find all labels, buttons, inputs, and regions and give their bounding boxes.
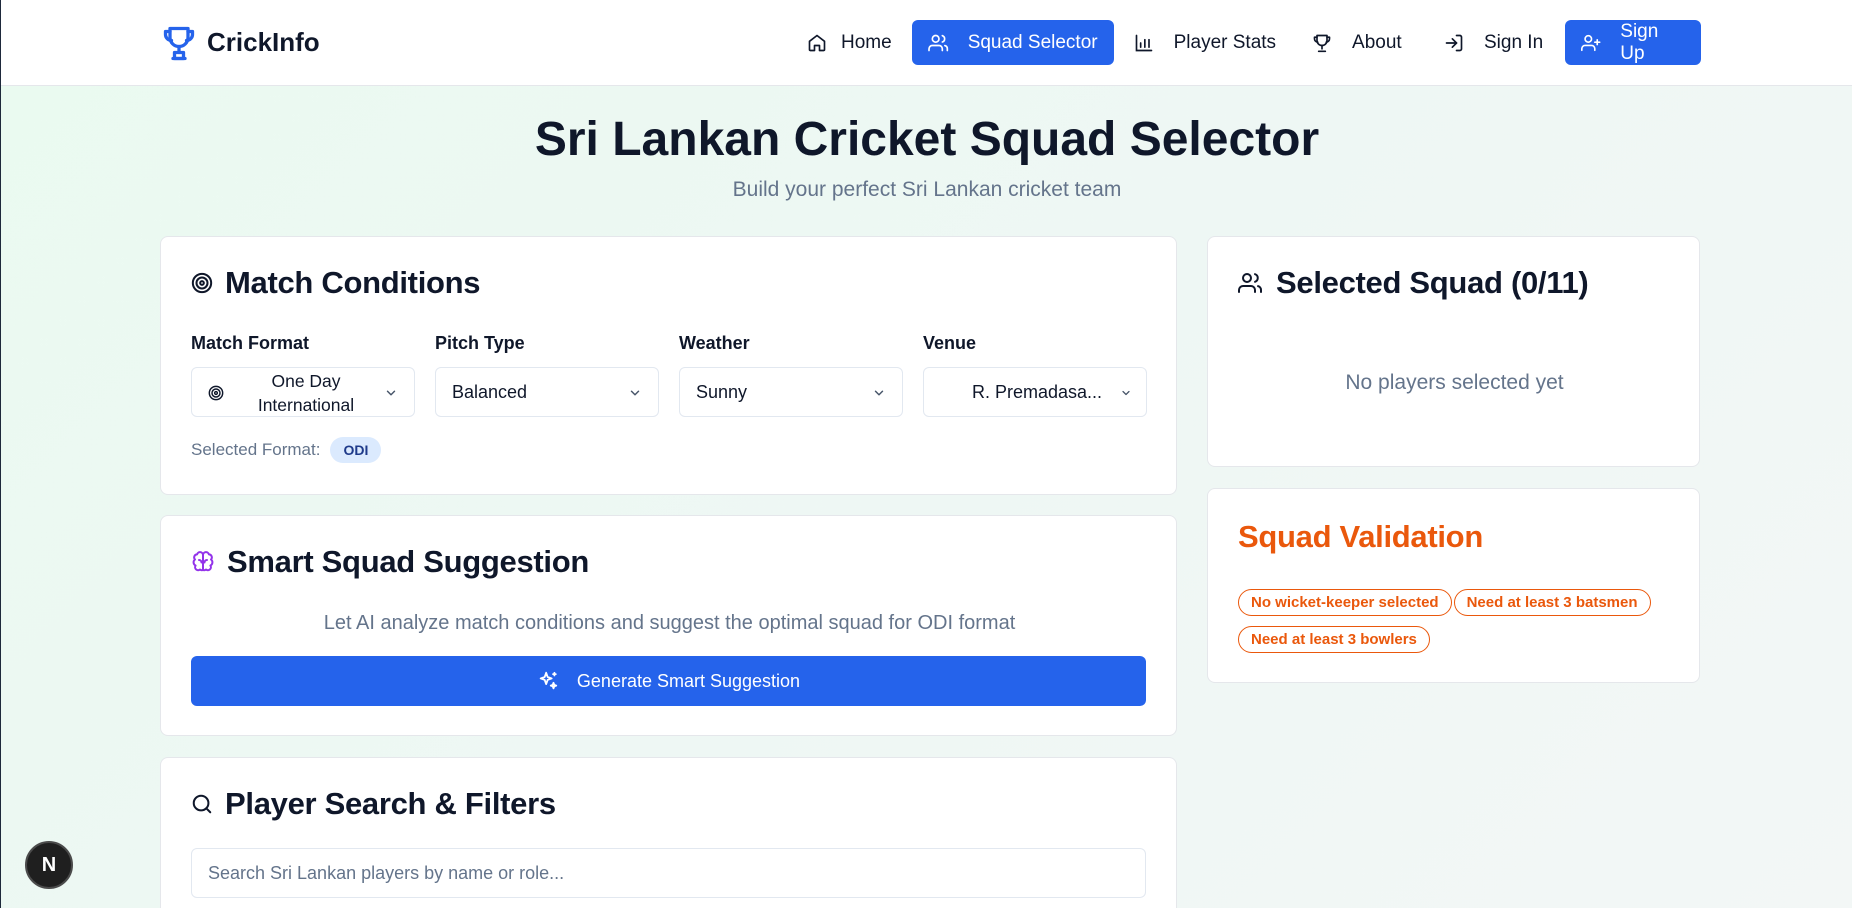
selected-format-label: Selected Format: (191, 440, 321, 459)
nav-about-label: About (1352, 31, 1402, 53)
weather-label: Weather (679, 333, 750, 353)
smart-suggestion-title: Smart Squad Suggestion (227, 544, 589, 579)
selected-squad-heading: Selected Squad (0/11) (1238, 265, 1589, 301)
chevron-down-icon (874, 390, 884, 396)
weather-select[interactable]: Sunny (679, 367, 903, 417)
page-subtitle: Build your perfect Sri Lankan cricket te… (732, 178, 1122, 201)
selected-format: Selected Format: ODI (191, 437, 382, 463)
smart-suggestion-heading: Smart Squad Suggestion (191, 544, 589, 580)
match-conditions-title: Match Conditions (225, 265, 481, 300)
user-plus-icon (1581, 34, 1601, 51)
page-title: Sri Lankan Cricket Squad Selector (534, 113, 1320, 166)
player-search-input[interactable] (191, 848, 1146, 898)
pitch-type-select[interactable]: Balanced (435, 367, 659, 417)
home-icon (808, 34, 826, 51)
nav-player-stats[interactable]: Player Stats (1118, 20, 1292, 65)
smart-suggestion-description: Let AI analyze match conditions and sugg… (323, 612, 1016, 634)
selected-squad-title: Selected Squad (0/11) (1276, 265, 1589, 300)
auth-actions: Sign In Sign Up (1426, 20, 1702, 65)
chevron-down-icon (1122, 390, 1130, 396)
match-conditions-heading: Match Conditions (191, 265, 481, 301)
match-format-select[interactable]: One Day International (191, 367, 415, 417)
squad-validation-title: Squad Validation (1238, 519, 1483, 554)
venue-select[interactable]: R. Premadasa... (923, 367, 1147, 417)
format-badge: ODI (330, 437, 382, 463)
nav-about[interactable]: About (1296, 20, 1418, 65)
brain-icon (192, 551, 214, 572)
log-in-icon (1445, 34, 1463, 51)
nav-home-label: Home (841, 31, 892, 53)
target-icon (191, 272, 213, 294)
venue-label: Venue (923, 333, 977, 353)
player-search-heading: Player Search & Filters (191, 786, 556, 822)
nav-squad-selector-label: Squad Selector (967, 31, 1098, 53)
brand-logo[interactable]: CrickInfo (161, 22, 320, 62)
nav-squad-selector[interactable]: Squad Selector (911, 20, 1114, 65)
brand-name: CrickInfo (207, 26, 320, 57)
generate-suggestion-button[interactable]: Generate Smart Suggestion (191, 656, 1146, 706)
player-search-card: Player Search & Filters (160, 757, 1177, 908)
smart-suggestion-card: Smart Squad Suggestion Let AI analyze ma… (160, 515, 1177, 736)
validation-issues: No wicket-keeper selected Need at least … (1238, 589, 1678, 653)
generate-suggestion-label: Generate Smart Suggestion (576, 670, 801, 691)
squad-empty-state: No players selected yet (1345, 371, 1564, 394)
sign-in-label: Sign In (1484, 31, 1544, 53)
sign-up-label: Sign Up (1620, 20, 1659, 64)
match-format-label: Match Format (191, 333, 310, 353)
main-nav: Home Squad Selector Player Stats About (791, 20, 1418, 65)
chevron-down-icon (386, 390, 396, 396)
match-format-value: One Day International (257, 371, 355, 415)
sparkles-icon (539, 671, 558, 690)
match-conditions-card: Match Conditions Match Format Pitch Type… (160, 236, 1177, 495)
sign-up-button[interactable]: Sign Up (1565, 20, 1702, 65)
users-icon (927, 34, 948, 51)
bar-chart-icon (1135, 34, 1152, 51)
venue-value: R. Premadasa... (972, 381, 1103, 402)
validation-issue: Need at least 3 batsmen (1453, 589, 1651, 616)
pitch-type-label: Pitch Type (435, 333, 525, 353)
player-search-title: Player Search & Filters (225, 786, 556, 821)
nav-home[interactable]: Home (791, 20, 908, 65)
users-icon (1238, 273, 1263, 293)
nextjs-dev-badge[interactable]: N (25, 841, 73, 889)
search-icon (192, 794, 212, 814)
weather-value: Sunny (696, 381, 748, 402)
trophy-icon (1313, 34, 1331, 52)
top-navbar: CrickInfo Home Squad Selector Player Sta… (1, 0, 1852, 86)
pitch-type-value: Balanced (452, 381, 528, 402)
trophy-icon (163, 26, 195, 61)
selected-squad-card: Selected Squad (0/11) No players selecte… (1207, 236, 1700, 467)
validation-issue: Need at least 3 bowlers (1238, 626, 1430, 653)
validation-issue: No wicket-keeper selected (1238, 589, 1452, 616)
nav-player-stats-label: Player Stats (1173, 31, 1277, 53)
chevron-down-icon (630, 390, 640, 396)
squad-validation-card: Squad Validation No wicket-keeper select… (1207, 488, 1700, 683)
sign-in-button[interactable]: Sign In (1426, 20, 1561, 65)
target-icon (208, 385, 224, 401)
